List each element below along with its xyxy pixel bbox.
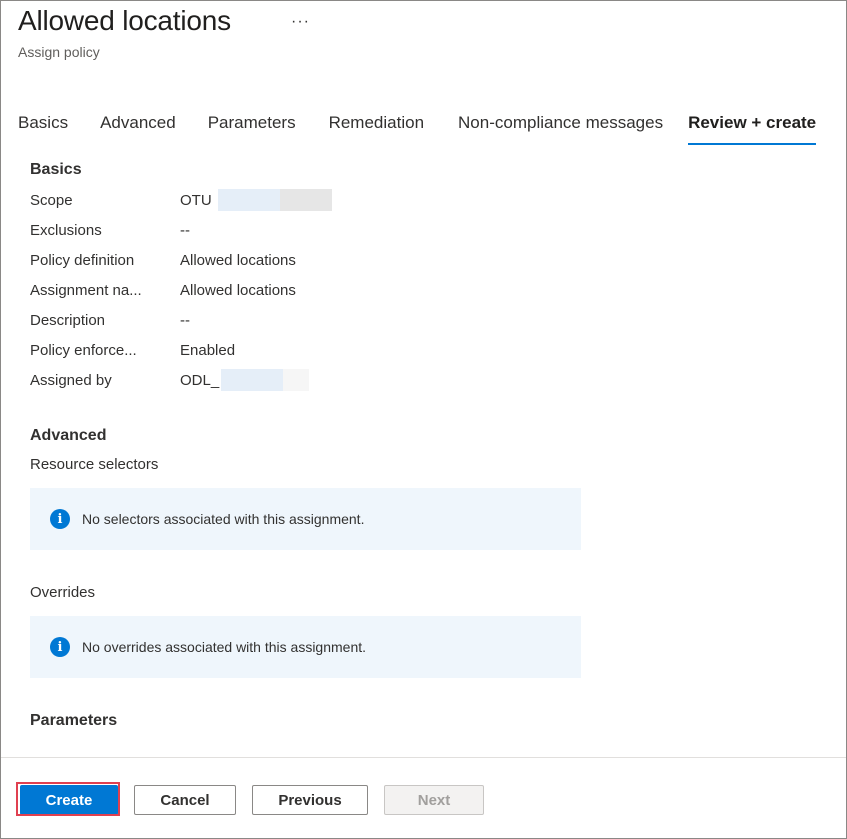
row-value: ODL_ (180, 369, 310, 391)
summary-row-policy-enforcement: Policy enforce... Enabled (30, 335, 830, 365)
row-key: Scope (30, 191, 73, 209)
more-options-icon[interactable]: ··· (291, 13, 310, 31)
tab-basics[interactable]: Basics (18, 111, 78, 145)
row-key: Assignment na... (30, 281, 142, 299)
next-button: Next (384, 785, 484, 815)
redacted-block (221, 369, 284, 391)
overrides-info-box: i No overrides associated with this assi… (30, 616, 581, 678)
assign-policy-panel: Allowed locations ··· Assign policy Basi… (0, 0, 847, 839)
row-value: -- (180, 311, 190, 329)
tab-advanced[interactable]: Advanced (90, 111, 186, 145)
previous-button[interactable]: Previous (252, 785, 368, 815)
tab-review-create[interactable]: Review + create (688, 111, 817, 145)
review-content: Basics Scope OTU Exclusions -- Policy de… (30, 161, 830, 730)
row-key: Description (30, 311, 106, 329)
page-title: Allowed locations (18, 5, 231, 36)
resource-selectors-label: Resource selectors (30, 456, 159, 473)
tab-remediation[interactable]: Remediation (319, 111, 434, 145)
scope-value: OTU (180, 191, 212, 209)
tab-parameters[interactable]: Parameters (198, 111, 306, 145)
info-icon: i (50, 637, 70, 657)
resource-selectors-info-text: No selectors associated with this assign… (82, 511, 365, 527)
wizard-tabs: Basics Advanced Parameters Remediation N… (18, 111, 817, 145)
cancel-button[interactable]: Cancel (134, 785, 236, 815)
row-value: OTU (180, 189, 332, 211)
row-key: Exclusions (30, 221, 102, 239)
summary-row-assignment-name: Assignment na... Allowed locations (30, 275, 830, 305)
create-button-highlight (16, 782, 120, 816)
row-value: Allowed locations (180, 251, 296, 269)
assigned-by-value: ODL_ (180, 371, 220, 389)
summary-row-scope: Scope OTU (30, 185, 830, 215)
row-key: Assigned by (30, 371, 112, 389)
overrides-info-text: No overrides associated with this assign… (82, 639, 367, 655)
redacted-block (283, 369, 310, 391)
summary-row-policy-definition: Policy definition Allowed locations (30, 245, 830, 275)
summary-row-exclusions: Exclusions -- (30, 215, 830, 245)
redacted-block (279, 189, 332, 211)
advanced-heading: Advanced (30, 427, 107, 444)
basics-heading: Basics (30, 161, 82, 178)
page-subtitle: Assign policy (18, 44, 100, 60)
row-value: -- (180, 221, 190, 239)
redacted-block (217, 189, 280, 211)
summary-row-assigned-by: Assigned by ODL_ (30, 365, 830, 395)
summary-row-description: Description -- (30, 305, 830, 335)
row-key: Policy definition (30, 251, 135, 269)
parameters-heading: Parameters (30, 712, 118, 729)
row-value: Enabled (180, 341, 236, 359)
footer-action-bar: Create Cancel Previous Next (1, 757, 846, 838)
info-icon: i (50, 509, 70, 529)
tab-non-compliance-messages[interactable]: Non-compliance messages (448, 111, 673, 145)
row-key: Policy enforce... (30, 341, 137, 359)
overrides-label: Overrides (30, 584, 96, 601)
resource-selectors-info-box: i No selectors associated with this assi… (30, 488, 581, 550)
row-value: Allowed locations (180, 281, 296, 299)
